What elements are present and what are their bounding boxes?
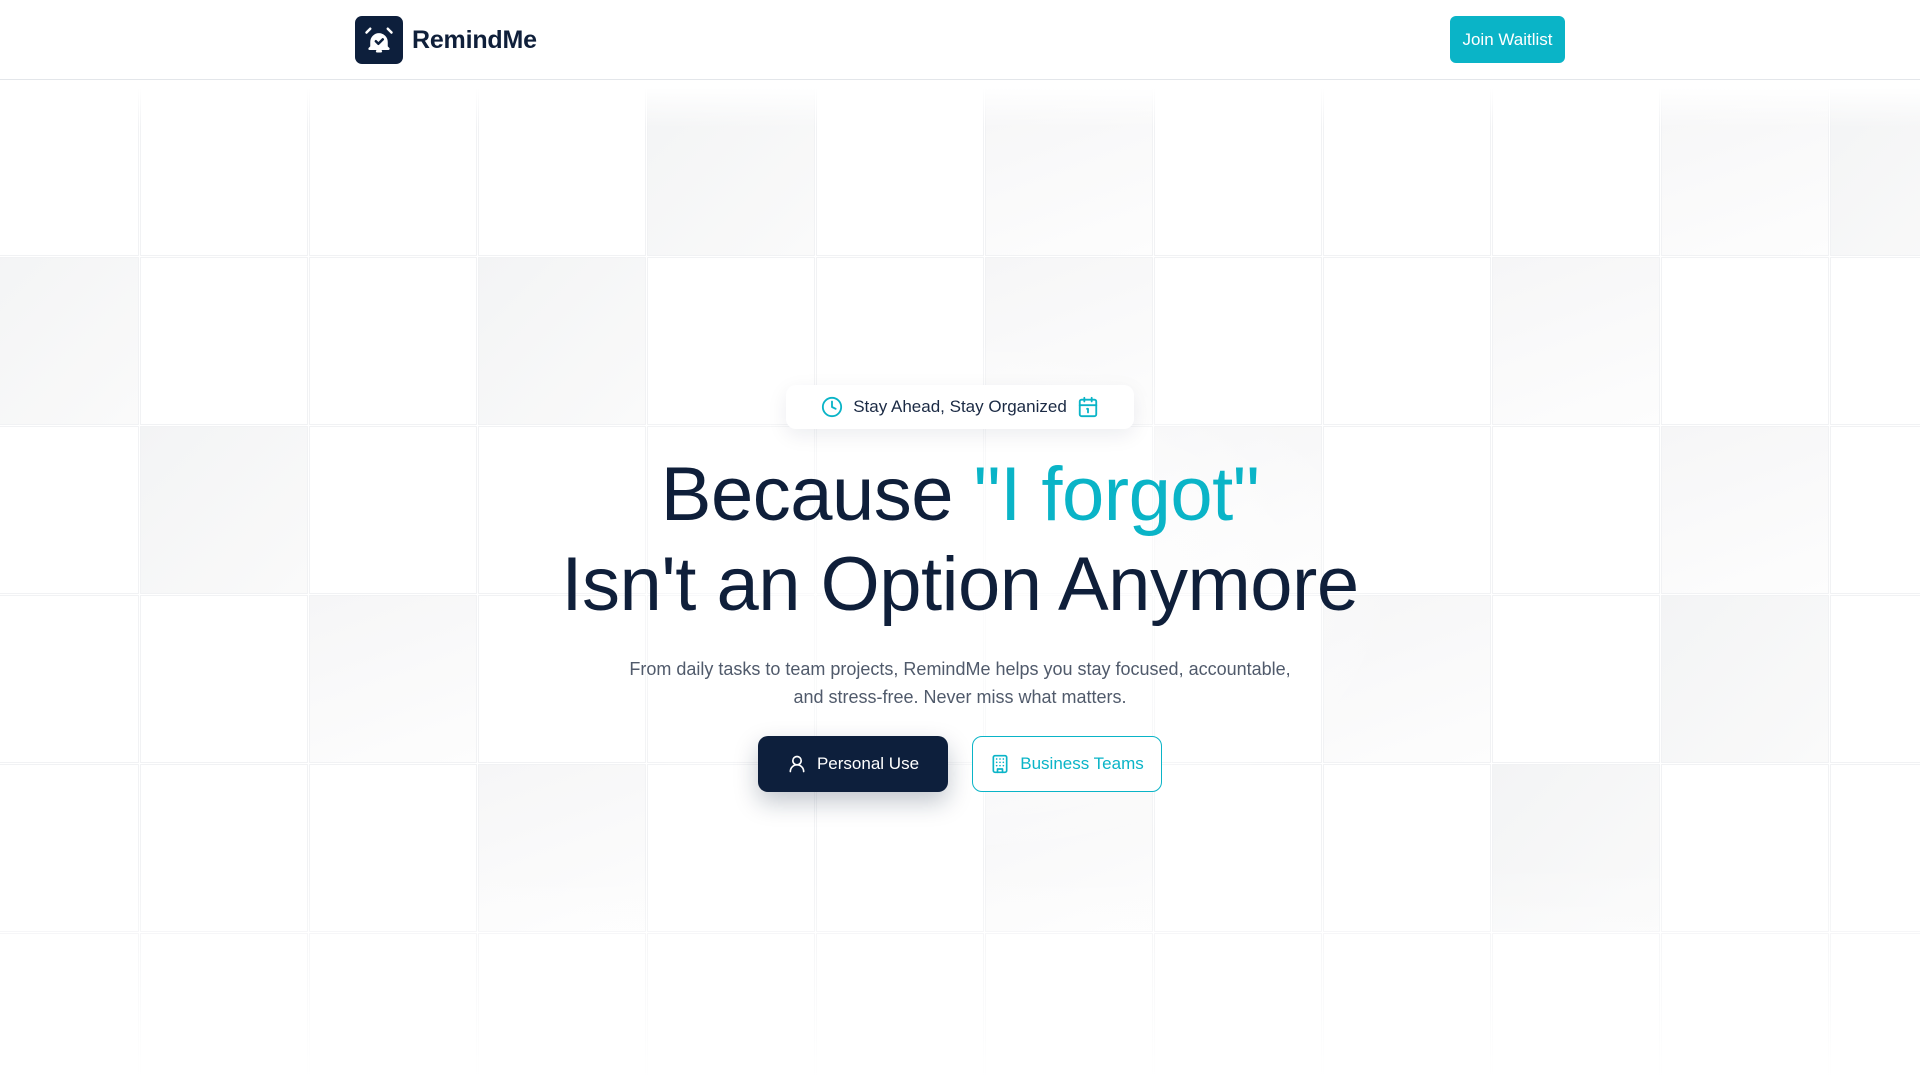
tagline-text: Stay Ahead, Stay Organized	[853, 397, 1067, 416]
clock-icon	[821, 396, 843, 418]
site-header: RemindMe Join Waitlist	[0, 0, 1920, 80]
personal-use-label: Personal Use	[816, 754, 920, 773]
user-icon	[787, 754, 807, 774]
alarm-check-icon	[355, 16, 403, 64]
business-teams-button[interactable]: Business Teams	[972, 736, 1162, 792]
business-teams-label: Business Teams	[1020, 754, 1144, 773]
hero-headline: Because "I forgot" Isn't an Option Anymo…	[460, 450, 1460, 630]
hero-subtext: From daily tasks to team projects, Remin…	[580, 655, 1340, 711]
personal-use-button[interactable]: Personal Use	[758, 736, 948, 792]
brand[interactable]: RemindMe	[355, 16, 537, 64]
headline-line2: Isn't an Option Anymore	[561, 542, 1359, 627]
building-icon	[990, 754, 1010, 774]
hero-section: Stay Ahead, Stay Organized Because "I fo…	[0, 0, 1920, 1080]
calendar-icon	[1077, 396, 1099, 418]
subtext-line2: and stress-free. Never miss what matters…	[793, 687, 1127, 707]
headline-accent: "I forgot"	[973, 452, 1260, 537]
subtext-line1: From daily tasks to team projects, Remin…	[629, 659, 1291, 679]
tagline-badge: Stay Ahead, Stay Organized	[786, 385, 1134, 429]
headline-prefix: Because	[660, 452, 974, 537]
join-waitlist-button[interactable]: Join Waitlist	[1450, 16, 1565, 63]
brand-name: RemindMe	[412, 25, 537, 54]
